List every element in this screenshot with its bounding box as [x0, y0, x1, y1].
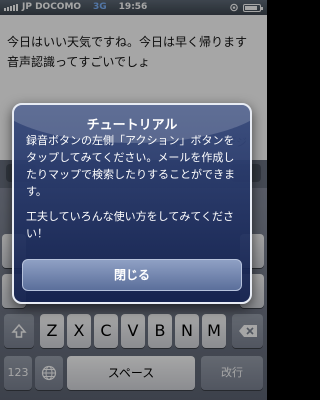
- dialog-title: チュートリアル: [86, 118, 178, 133]
- dialog-message: 録音ボタンの左側「アクション」ボタンをタップしてみてください。メールを作成したり…: [26, 134, 235, 198]
- dialog-message: 工夫していろんな使い方をしてみてください！: [26, 210, 235, 240]
- tutorial-dialog: チュートリアル 録音ボタンの左側「アクション」ボタンをタップしてみてください。メ…: [12, 103, 252, 304]
- close-button[interactable]: 閉じる: [22, 259, 242, 291]
